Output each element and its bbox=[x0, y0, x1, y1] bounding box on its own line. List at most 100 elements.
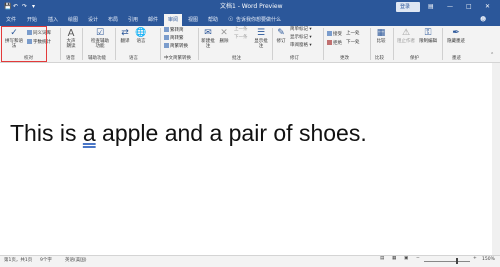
tab-references[interactable]: 引用 bbox=[124, 14, 142, 26]
translate-button[interactable]: ⇄ 翻译 bbox=[118, 28, 132, 44]
simp-to-trad-button[interactable]: 简转繁 bbox=[164, 35, 184, 42]
accept-button[interactable]: 接受 bbox=[327, 31, 342, 38]
minimize-icon[interactable]: — bbox=[447, 0, 453, 14]
group-label-accessibility: 辅助功能 bbox=[88, 56, 106, 61]
document-paragraph[interactable]: This is a apple and a pair of shoes. bbox=[10, 119, 367, 147]
track-changes-button[interactable]: ✎ 修订 bbox=[275, 28, 287, 44]
document-area[interactable]: This is a apple and a pair of shoes. bbox=[0, 63, 500, 255]
separator bbox=[442, 28, 443, 60]
grammar-error-word[interactable]: a bbox=[83, 120, 96, 146]
lightbulb-icon: ☉ bbox=[228, 16, 234, 23]
group-label-tracking: 修订 bbox=[290, 56, 299, 61]
reviewing-pane-dropdown[interactable]: 审阅窗格 ▾ bbox=[290, 43, 312, 49]
zoom-slider[interactable] bbox=[424, 261, 470, 262]
show-comments-button[interactable]: ☰ 显示批注 bbox=[253, 28, 269, 49]
track-changes-icon: ✎ bbox=[277, 28, 285, 38]
language-status[interactable]: 英语(美国) bbox=[65, 257, 87, 263]
zoom-out-icon[interactable]: − bbox=[416, 256, 420, 261]
word-count[interactable]: 9个字 bbox=[40, 257, 52, 263]
translate-icon: ⇄ bbox=[121, 28, 129, 38]
group-label-chinese: 中文简繁转换 bbox=[164, 56, 191, 61]
save-icon[interactable]: 💾 bbox=[4, 0, 11, 14]
compare-icon: ▦ bbox=[376, 28, 386, 38]
collapse-ribbon-icon[interactable]: ⌃ bbox=[490, 52, 494, 58]
new-comment-icon: ✉ bbox=[204, 28, 212, 38]
tab-home[interactable]: 开始 bbox=[22, 14, 42, 26]
tab-mailings[interactable]: 邮件 bbox=[144, 14, 162, 26]
zoom-slider-thumb[interactable] bbox=[456, 258, 458, 264]
language-button[interactable]: 🌐 语言 bbox=[134, 28, 148, 44]
separator bbox=[370, 28, 371, 60]
compare-button[interactable]: ▦ 比较 bbox=[374, 28, 388, 44]
separator bbox=[198, 28, 199, 60]
group-label-speech: 语音 bbox=[66, 56, 75, 61]
show-comments-icon: ☰ bbox=[256, 28, 266, 38]
separator bbox=[60, 28, 61, 60]
window-title: 文档1 - Word Preview bbox=[220, 3, 283, 10]
group-label-protect: 保护 bbox=[410, 56, 419, 61]
delete-comment-icon: ✕ bbox=[220, 28, 228, 38]
ribbon-review: ✓ 拼写和语法 同义词库 字数统计 校对 A 大声朗读 语音 ☑ 检查辅助功能 … bbox=[0, 26, 500, 63]
undo-icon[interactable]: ↶ bbox=[13, 0, 18, 14]
zoom-in-icon[interactable]: + bbox=[473, 256, 477, 261]
trad-to-simp-icon bbox=[164, 27, 169, 32]
check-accessibility-button[interactable]: ☑ 检查辅助功能 bbox=[88, 28, 112, 49]
chinese-conversion-button[interactable]: 简繁转换 bbox=[164, 43, 188, 50]
tab-help[interactable]: 帮助 bbox=[204, 14, 222, 26]
block-authors-icon: ⚠ bbox=[401, 28, 411, 38]
tab-file[interactable]: 文件 bbox=[2, 14, 20, 26]
separator bbox=[393, 28, 394, 60]
restrict-editing-button[interactable]: ⚿ 限制编辑 bbox=[418, 28, 438, 44]
group-label-compare: 比较 bbox=[375, 56, 384, 61]
trad-to-simp-button[interactable]: 繁转简 bbox=[164, 27, 184, 34]
tab-design[interactable]: 设计 bbox=[84, 14, 102, 26]
close-icon[interactable]: ✕ bbox=[485, 0, 490, 14]
accept-icon bbox=[327, 31, 332, 36]
redo-icon[interactable]: ↷ bbox=[22, 0, 27, 14]
tell-me-search[interactable]: 告诉我你想要做什么 bbox=[236, 14, 296, 26]
language-icon: 🌐 bbox=[135, 28, 147, 38]
web-layout-icon[interactable]: ▣ bbox=[404, 256, 408, 261]
share-icon[interactable]: ☻ bbox=[480, 14, 486, 26]
block-authors-button[interactable]: ⚠ 阻止作者 bbox=[396, 28, 416, 44]
prev-comment-button[interactable]: 上一条 bbox=[234, 27, 248, 33]
ribbon-tabs: 文件 开始 插入 绘图 设计 布局 引用 邮件 审阅 视图 帮助 ☉ 告诉我你想… bbox=[0, 14, 500, 26]
group-label-ink: 墨迹 bbox=[452, 56, 461, 61]
group-label-language: 语言 bbox=[129, 56, 138, 61]
read-mode-icon[interactable]: ▤ bbox=[380, 256, 384, 261]
new-comment-button[interactable]: ✉ 新建批注 bbox=[201, 28, 215, 49]
separator bbox=[115, 28, 116, 60]
previous-change-button[interactable]: 上一处 bbox=[346, 31, 360, 37]
sign-in-button[interactable]: 登录 bbox=[396, 2, 420, 12]
next-comment-button[interactable]: 下一条 bbox=[234, 35, 248, 41]
display-for-review-dropdown[interactable]: 简单标记 ▾ bbox=[290, 27, 312, 33]
show-markup-dropdown[interactable]: 显示标记 ▾ bbox=[290, 35, 312, 41]
maximize-icon[interactable]: □ bbox=[466, 0, 472, 14]
customize-quick-access-icon[interactable]: ▾ bbox=[32, 0, 35, 14]
hide-ink-button[interactable]: ✒ 隐藏墨迹 bbox=[446, 28, 466, 44]
simp-to-trad-icon bbox=[164, 35, 169, 40]
separator bbox=[272, 28, 273, 60]
print-layout-icon[interactable]: ▦ bbox=[392, 256, 396, 261]
tab-insert[interactable]: 插入 bbox=[44, 14, 62, 26]
group-label-changes: 更改 bbox=[340, 56, 349, 61]
tab-view[interactable]: 视图 bbox=[184, 14, 202, 26]
title-bar: 💾 ↶ ↷ ▾ 文档1 - Word Preview 登录 ▤ — □ ✕ bbox=[0, 0, 500, 14]
restrict-editing-icon: ⚿ bbox=[424, 28, 432, 38]
tab-layout[interactable]: 布局 bbox=[104, 14, 122, 26]
zoom-level[interactable]: 150% bbox=[482, 257, 495, 262]
separator bbox=[160, 28, 161, 60]
group-label-comments: 批注 bbox=[232, 56, 241, 61]
proofing-highlight-box bbox=[1, 26, 47, 62]
reject-button[interactable]: 拒绝 bbox=[327, 40, 342, 47]
ribbon-display-icon[interactable]: ▤ bbox=[428, 0, 434, 14]
tab-draw[interactable]: 绘图 bbox=[64, 14, 82, 26]
next-change-button[interactable]: 下一处 bbox=[346, 40, 360, 46]
tab-review[interactable]: 审阅 bbox=[164, 14, 182, 26]
delete-comment-button[interactable]: ✕ 删除 bbox=[217, 28, 231, 44]
page-count[interactable]: 第1页，共1页 bbox=[4, 257, 32, 263]
accessibility-icon: ☑ bbox=[95, 28, 105, 38]
read-aloud-button[interactable]: A 大声朗读 bbox=[62, 28, 80, 49]
reject-icon bbox=[327, 40, 332, 45]
vertical-scrollbar[interactable] bbox=[492, 63, 500, 255]
